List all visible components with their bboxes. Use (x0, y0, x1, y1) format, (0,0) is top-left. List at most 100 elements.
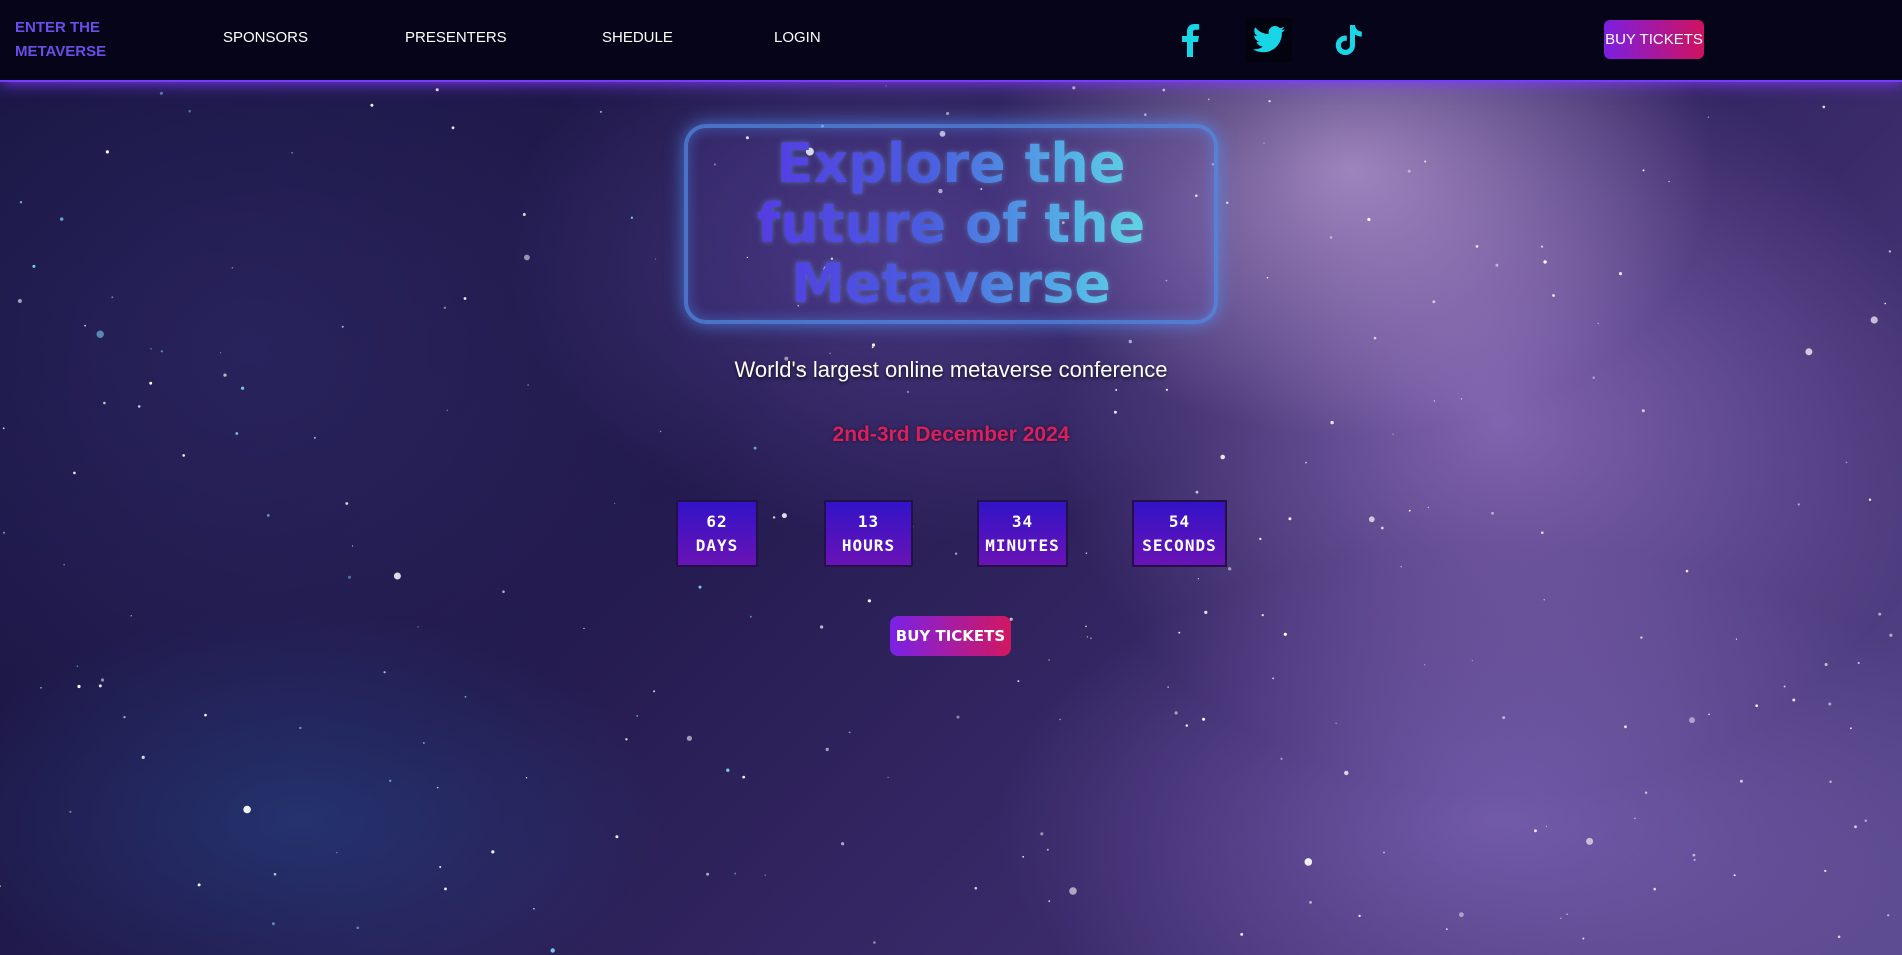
star (1261, 614, 1264, 617)
buy-tickets-nav-button[interactable]: BUY TICKETS (1604, 20, 1704, 59)
tiktok-icon[interactable] (1326, 18, 1372, 62)
star (613, 502, 616, 505)
countdown-minutes-value: 34 (1011, 511, 1034, 531)
star (1268, 100, 1271, 103)
star (1878, 612, 1882, 616)
countdown-minutes: 34 MINUTES (977, 500, 1068, 567)
star (1887, 914, 1890, 917)
star (1046, 848, 1049, 851)
twitter-icon[interactable] (1246, 18, 1292, 62)
star (1329, 236, 1333, 239)
star (345, 502, 349, 505)
star (77, 684, 81, 689)
star (1358, 914, 1361, 918)
star (1167, 686, 1169, 688)
star (1283, 632, 1287, 636)
star (435, 88, 439, 92)
star (1502, 716, 1506, 720)
star (825, 747, 829, 752)
star (389, 779, 392, 782)
star (1128, 339, 1133, 344)
star (522, 213, 526, 216)
star (63, 564, 65, 566)
star (524, 254, 530, 261)
star (956, 715, 960, 719)
countdown-days: 62 DAYS (676, 500, 758, 567)
countdown-days-label: DAYS (695, 535, 739, 555)
star (1407, 169, 1411, 173)
star (341, 325, 344, 328)
star (525, 777, 528, 779)
star (583, 627, 585, 630)
star (636, 715, 638, 717)
countdown-days-value: 62 (706, 511, 728, 531)
star (1197, 578, 1199, 580)
star (1644, 791, 1648, 794)
star (946, 111, 950, 116)
star (1822, 105, 1826, 109)
star (1685, 569, 1689, 573)
star (698, 585, 702, 589)
star (841, 842, 845, 846)
star (1491, 511, 1494, 515)
star (1640, 636, 1643, 639)
star (1797, 503, 1800, 506)
star (1115, 389, 1118, 391)
star (1433, 400, 1436, 402)
star (1870, 316, 1878, 324)
facebook-icon[interactable] (1167, 18, 1213, 62)
star (1072, 86, 1076, 90)
star (1114, 410, 1117, 414)
star (887, 776, 889, 778)
star (1857, 661, 1860, 665)
countdown-seconds-value: 54 (1168, 511, 1191, 531)
star (848, 731, 851, 734)
buy-tickets-button[interactable]: BUY TICKETS (890, 616, 1011, 656)
star (1693, 858, 1696, 862)
star (188, 109, 191, 113)
star (141, 755, 145, 760)
star (1642, 169, 1645, 172)
star (1432, 300, 1436, 304)
star (1259, 537, 1262, 541)
star (150, 348, 153, 350)
star (1783, 685, 1786, 688)
star (130, 615, 132, 617)
star (40, 687, 42, 689)
star (1495, 263, 1499, 267)
star (1280, 757, 1283, 760)
star (383, 671, 386, 674)
star (73, 471, 76, 475)
star (69, 810, 72, 814)
star (764, 874, 766, 876)
star (1845, 461, 1848, 464)
countdown-hours-label: HOURS (841, 535, 896, 555)
star (1624, 725, 1627, 729)
nav-link-sponsors[interactable]: SPONSORS (223, 29, 308, 46)
star (336, 851, 338, 854)
star (1889, 633, 1893, 637)
star (1534, 829, 1537, 833)
nav-link-login[interactable]: LOGIN (774, 29, 821, 46)
star (76, 665, 79, 667)
star (1540, 245, 1544, 248)
star (1266, 276, 1269, 279)
star (1207, 98, 1210, 101)
star (753, 446, 757, 450)
star (1059, 718, 1061, 721)
star (348, 575, 351, 579)
star (906, 390, 910, 393)
star (1475, 245, 1479, 248)
nav-link-presenters[interactable]: PRESENTERS (405, 29, 507, 46)
star (1069, 887, 1077, 895)
star (1566, 913, 1568, 915)
star (654, 258, 657, 260)
brand-logo[interactable]: ENTER THE METAVERSE (15, 16, 125, 64)
star (182, 454, 185, 457)
star (1459, 912, 1464, 918)
star (464, 696, 467, 698)
star (351, 545, 354, 547)
nav-link-schedule[interactable]: SHEDULE (602, 29, 673, 46)
star (1427, 506, 1430, 509)
star (0, 885, 1, 887)
